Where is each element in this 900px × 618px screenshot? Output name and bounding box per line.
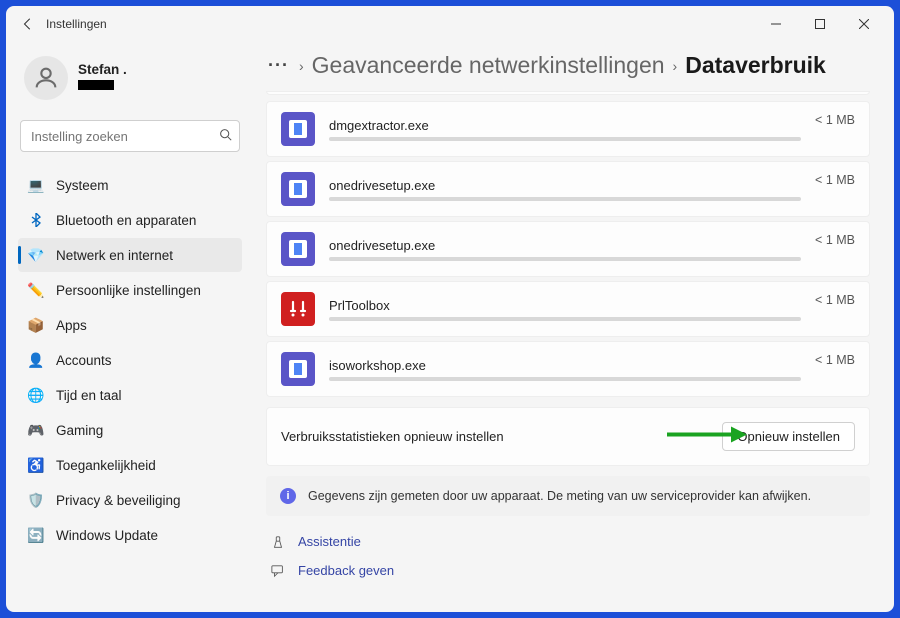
breadcrumb: ··· › Geavanceerde netwerkinstellingen ›… xyxy=(266,52,870,79)
nav-icon: 🛡️ xyxy=(28,492,44,508)
nav-label: Windows Update xyxy=(56,528,158,543)
info-text: Gegevens zijn gemeten door uw apparaat. … xyxy=(308,489,811,503)
sidebar-item-7[interactable]: 🎮 Gaming xyxy=(18,413,242,447)
list-top-edge xyxy=(266,91,870,95)
nav-icon xyxy=(28,212,44,228)
sidebar-item-8[interactable]: ♿ Toegankelijkheid xyxy=(18,448,242,482)
minimize-button[interactable] xyxy=(754,9,798,39)
settings-window: Instellingen Stefan . 💻Syst xyxy=(6,6,894,612)
sidebar-item-3[interactable]: ✏️ Persoonlijke instellingen xyxy=(18,273,242,307)
nav-label: Bluetooth en apparaten xyxy=(56,213,196,228)
sidebar-item-1[interactable]: Bluetooth en apparaten xyxy=(18,203,242,237)
nav-label: Privacy & beveiliging xyxy=(56,493,181,508)
feedback-link[interactable]: Feedback geven xyxy=(270,559,870,582)
sidebar-item-2[interactable]: 💎 Netwerk en internet xyxy=(18,238,242,272)
nav-icon: 🎮 xyxy=(28,422,44,438)
sidebar-item-0[interactable]: 💻 Systeem xyxy=(18,168,242,202)
info-banner: i Gegevens zijn gemeten door uw apparaat… xyxy=(266,476,870,516)
help-label: Assistentie xyxy=(298,534,361,549)
nav-label: Apps xyxy=(56,318,87,333)
app-name: dmgextractor.exe xyxy=(329,118,801,133)
profile-email xyxy=(78,80,114,90)
nav-icon: ♿ xyxy=(28,457,44,473)
sidebar-item-6[interactable]: 🌐 Tijd en taal xyxy=(18,378,242,412)
app-row-4[interactable]: isoworkshop.exe < 1 MB xyxy=(266,341,870,397)
app-size: < 1 MB xyxy=(815,233,855,247)
chevron-right-icon: › xyxy=(299,58,304,74)
search-box[interactable] xyxy=(20,120,240,152)
reset-label: Verbruiksstatistieken opnieuw instellen xyxy=(281,429,708,444)
back-button[interactable] xyxy=(14,10,42,38)
nav-label: Tijd en taal xyxy=(56,388,122,403)
search-input[interactable] xyxy=(20,120,240,152)
nav-icon: 🔄 xyxy=(28,527,44,543)
app-icon xyxy=(281,352,315,386)
sidebar: Stefan . 💻 Systeem Bluetooth en apparaten 💎… xyxy=(6,42,254,612)
app-icon xyxy=(281,232,315,266)
app-size: < 1 MB xyxy=(815,353,855,367)
nav-label: Persoonlijke instellingen xyxy=(56,283,201,298)
nav-icon: 💻 xyxy=(28,177,44,193)
nav-list: 💻 Systeem Bluetooth en apparaten 💎 Netwerk e… xyxy=(18,168,242,552)
main-content: ··· › Geavanceerde netwerkinstellingen ›… xyxy=(254,42,894,612)
app-row-2[interactable]: onedrivesetup.exe < 1 MB xyxy=(266,221,870,277)
app-row-1[interactable]: onedrivesetup.exe < 1 MB xyxy=(266,161,870,217)
app-size: < 1 MB xyxy=(815,113,855,127)
app-icon xyxy=(281,292,315,326)
app-row-3[interactable]: PrlToolbox < 1 MB xyxy=(266,281,870,337)
nav-icon: 👤 xyxy=(28,352,44,368)
nav-label: Netwerk en internet xyxy=(56,248,173,263)
app-row-0[interactable]: dmgextractor.exe < 1 MB xyxy=(266,101,870,157)
usage-bar xyxy=(329,377,801,381)
feedback-label: Feedback geven xyxy=(298,563,394,578)
reset-stats-row: Verbruiksstatistieken opnieuw instellen … xyxy=(266,407,870,466)
usage-bar xyxy=(329,257,801,261)
app-icon xyxy=(281,172,315,206)
nav-label: Systeem xyxy=(56,178,109,193)
sidebar-item-10[interactable]: 🔄 Windows Update xyxy=(18,518,242,552)
profile-name: Stefan . xyxy=(78,62,127,77)
search-icon xyxy=(219,128,232,144)
app-name: onedrivesetup.exe xyxy=(329,238,801,253)
app-name: PrlToolbox xyxy=(329,298,801,313)
usage-bar xyxy=(329,137,801,141)
app-size: < 1 MB xyxy=(815,173,855,187)
nav-icon: ✏️ xyxy=(28,282,44,298)
titlebar: Instellingen xyxy=(6,6,894,42)
app-icon xyxy=(281,112,315,146)
footer-links: Assistentie Feedback geven xyxy=(266,530,870,582)
nav-label: Accounts xyxy=(56,353,112,368)
sidebar-item-4[interactable]: 📦 Apps xyxy=(18,308,242,342)
breadcrumb-current: Dataverbruik xyxy=(685,52,826,79)
usage-bar xyxy=(329,317,801,321)
close-button[interactable] xyxy=(842,9,886,39)
help-link[interactable]: Assistentie xyxy=(270,530,870,553)
maximize-button[interactable] xyxy=(798,9,842,39)
annotation-arrow xyxy=(667,424,747,449)
app-name: isoworkshop.exe xyxy=(329,358,801,373)
sidebar-item-9[interactable]: 🛡️ Privacy & beveiliging xyxy=(18,483,242,517)
help-icon xyxy=(270,535,286,549)
app-name: onedrivesetup.exe xyxy=(329,178,801,193)
info-icon: i xyxy=(280,488,296,504)
window-title: Instellingen xyxy=(46,17,107,31)
nav-label: Gaming xyxy=(56,423,103,438)
avatar-icon xyxy=(24,56,68,100)
app-size: < 1 MB xyxy=(815,293,855,307)
chevron-right-icon: › xyxy=(673,58,678,74)
app-usage-list: dmgextractor.exe < 1 MB onedrivesetup.exe <… xyxy=(266,101,870,397)
usage-bar xyxy=(329,197,801,201)
sidebar-item-5[interactable]: 👤 Accounts xyxy=(18,343,242,377)
nav-label: Toegankelijkheid xyxy=(56,458,156,473)
profile-block[interactable]: Stefan . xyxy=(18,50,242,112)
nav-icon: 🌐 xyxy=(28,387,44,403)
breadcrumb-parent[interactable]: Geavanceerde netwerkinstellingen xyxy=(312,52,665,79)
breadcrumb-more[interactable]: ··· xyxy=(266,55,291,76)
feedback-icon xyxy=(270,564,286,578)
nav-icon: 📦 xyxy=(28,317,44,333)
nav-icon: 💎 xyxy=(28,247,44,263)
